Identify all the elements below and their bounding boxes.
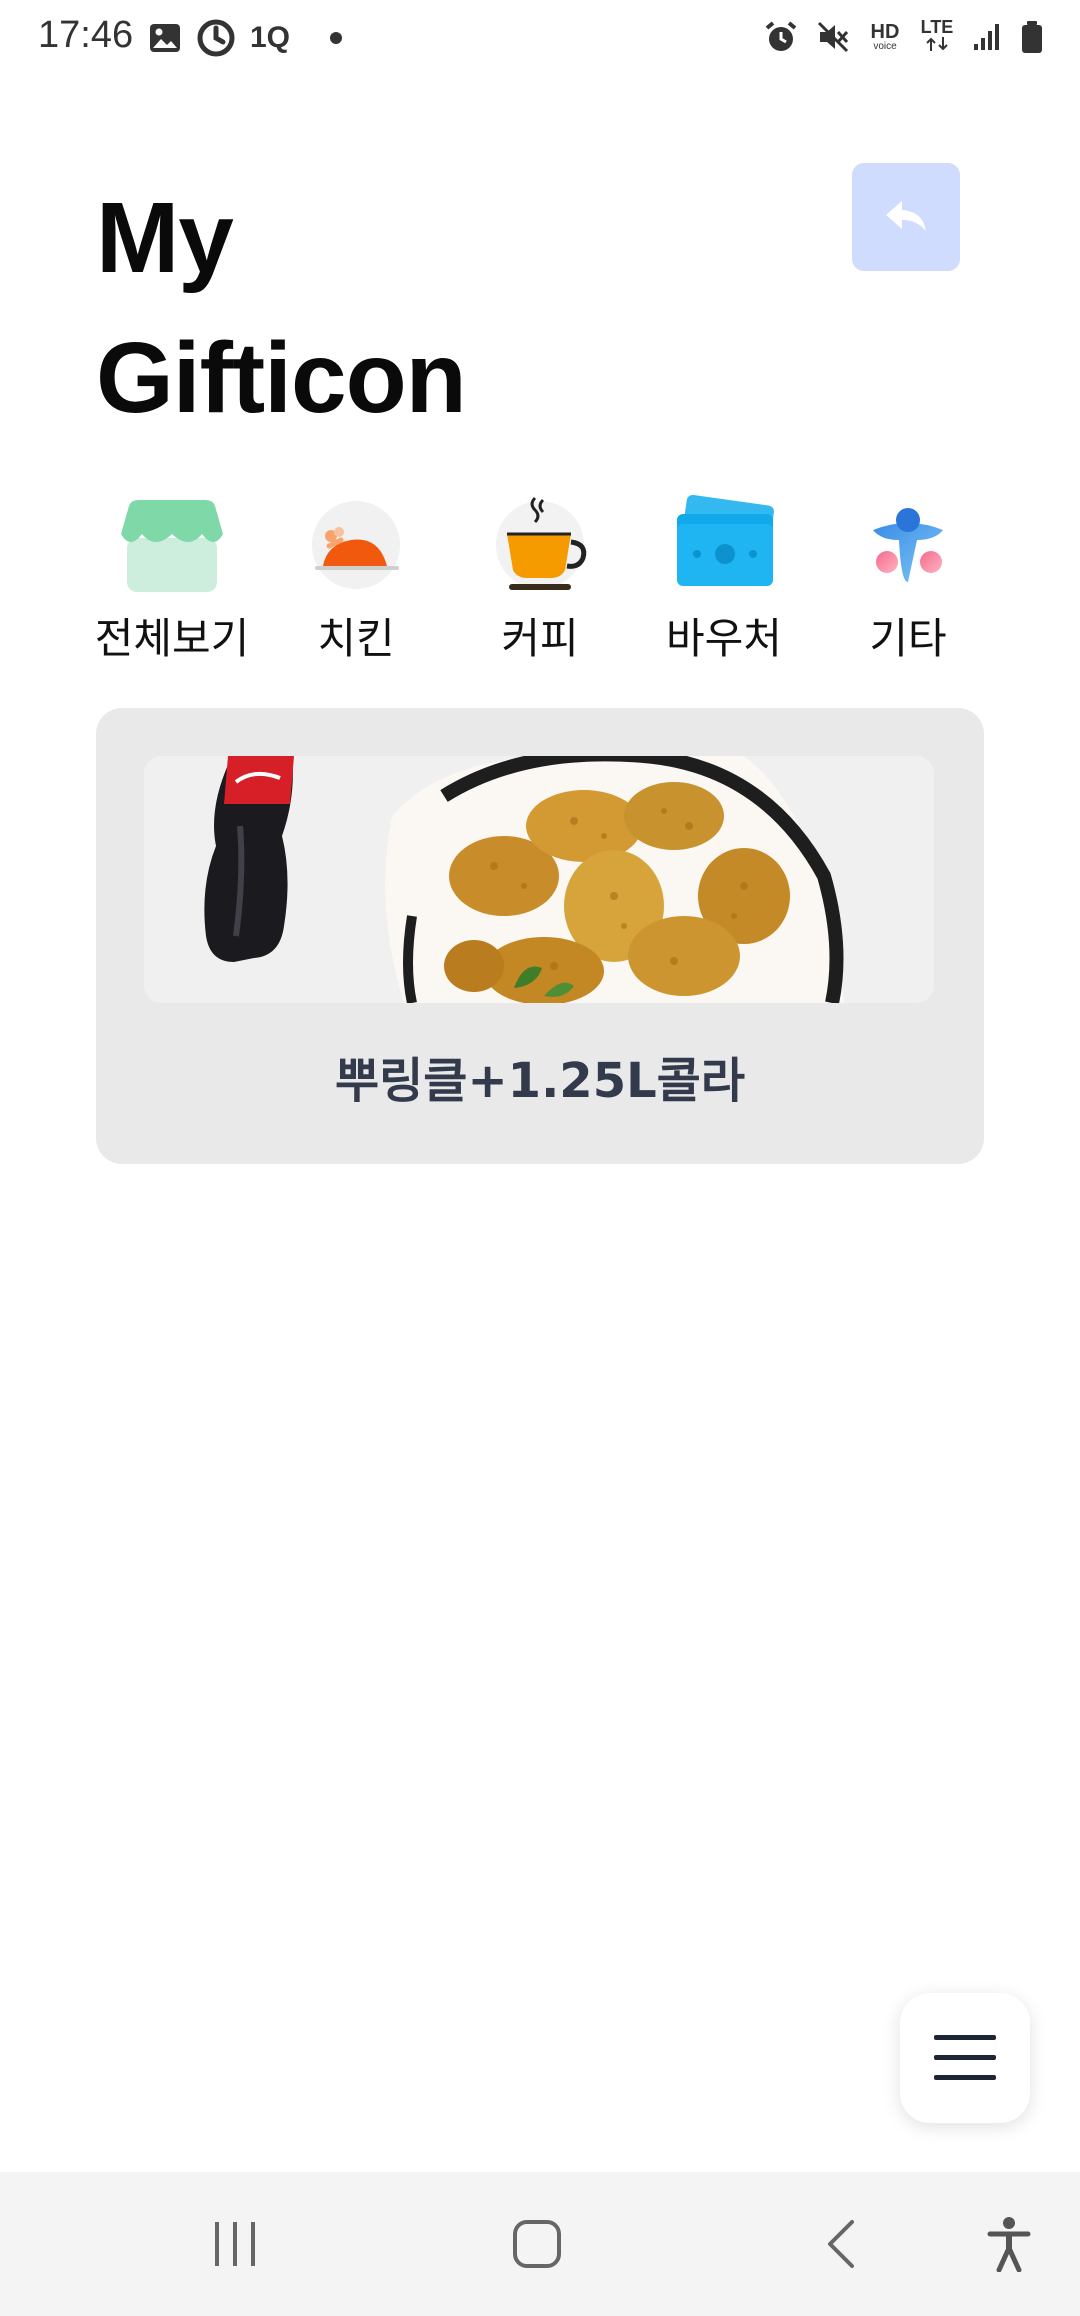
mute-icon: [817, 21, 849, 52]
status-left-icons: 1Q: [148, 18, 346, 58]
signal-icon: [974, 23, 999, 50]
alarm-icon: [765, 20, 797, 51]
category-label: 전체보기: [94, 614, 250, 663]
home-button[interactable]: [492, 2202, 582, 2286]
store-icon: [121, 500, 223, 592]
category-etc[interactable]: 기타: [816, 490, 1000, 660]
battery-icon: [1022, 20, 1042, 53]
category-voucher[interactable]: 바우처: [632, 490, 816, 660]
category-chicken[interactable]: 치킨: [264, 490, 448, 660]
reply-arrow-icon: [886, 201, 926, 231]
page-title-line1: My: [96, 182, 234, 294]
accessibility-icon: [987, 2217, 1031, 2272]
category-coffee[interactable]: 커피: [448, 490, 632, 660]
gift-card[interactable]: 뿌링클+1.25L콜라: [96, 708, 984, 1164]
recents-button[interactable]: [190, 2202, 280, 2286]
category-label: 바우처: [666, 614, 782, 663]
category-label: 기타: [869, 614, 947, 663]
category-label: 치킨: [317, 614, 395, 663]
coffee-cup-icon: [496, 496, 587, 590]
hamburger-menu-icon: [934, 2035, 996, 2080]
status-bar: 17:46 1Q HD voice LTE: [0, 0, 1080, 80]
menu-button[interactable]: [900, 1993, 1030, 2123]
screen: 17:46 1Q HD voice LTE My Gifticon 전체보기 치…: [0, 0, 1080, 2316]
category-all[interactable]: 전체보기: [80, 490, 264, 660]
back-icon: [828, 2220, 854, 2268]
back-nav-button[interactable]: [796, 2202, 886, 2286]
gift-image: [144, 756, 934, 1003]
home-icon: [513, 2220, 561, 2268]
system-nav-bar: [0, 2172, 1080, 2316]
lte-icon: LTE: [920, 18, 954, 55]
recents-icon: [215, 2222, 255, 2266]
app-1q-icon: 1Q: [250, 21, 291, 54]
back-button[interactable]: [852, 163, 960, 271]
chicken-icon: [312, 501, 400, 589]
data-arrows-icon: [926, 37, 948, 51]
chicken-and-cola-image: [144, 756, 934, 1003]
page-title: My Gifticon: [96, 168, 467, 448]
category-label: 커피: [501, 614, 579, 663]
category-bar: 전체보기 치킨 커피 바우처 기타: [80, 490, 1000, 680]
sync-icon: [197, 19, 235, 57]
status-time: 17:46: [38, 14, 134, 56]
gift-title: 뿌링클+1.25L콜라: [334, 1053, 746, 1109]
hd-voice-icon: HD voice: [870, 20, 900, 52]
accessibility-button[interactable]: [964, 2202, 1054, 2286]
misc-icon: [873, 508, 943, 582]
dot-icon: [330, 32, 343, 44]
page-title-line2: Gifticon: [96, 322, 467, 434]
voucher-icon: [677, 494, 774, 586]
gallery-icon: [150, 24, 180, 52]
status-right-icons: HD voice LTE: [764, 18, 1044, 55]
